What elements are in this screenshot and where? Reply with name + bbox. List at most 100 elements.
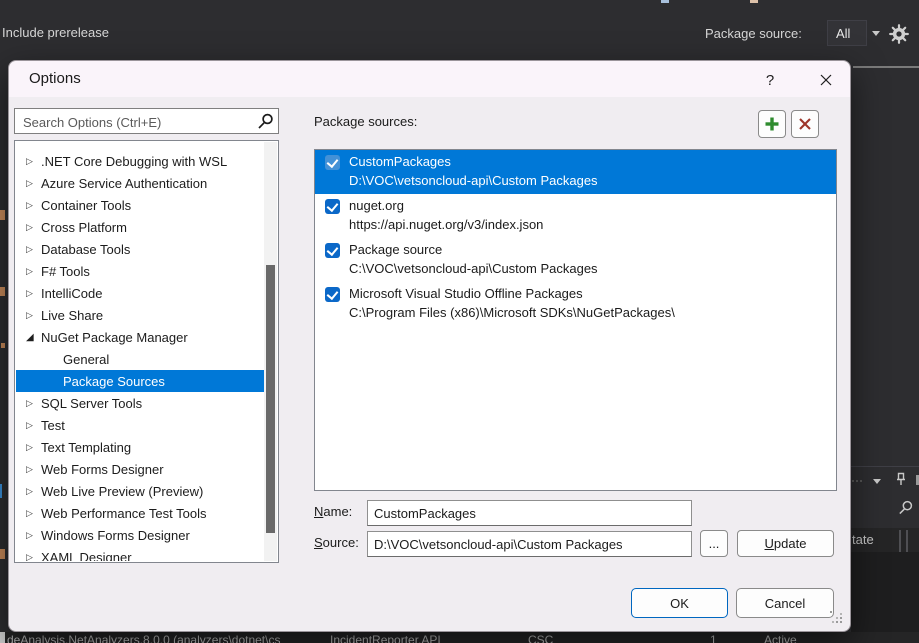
scrollbar-thumb[interactable] bbox=[266, 265, 275, 533]
code-fragment bbox=[0, 287, 5, 296]
package-source-dropdown-value: All bbox=[836, 26, 850, 41]
error-list-header: tate bbox=[851, 528, 919, 552]
package-source-row[interactable]: Package source C:\VOC\vetsoncloud-api\Cu… bbox=[315, 238, 836, 282]
tree-item[interactable]: Windows Forms Designer bbox=[16, 524, 264, 546]
plus-icon bbox=[764, 116, 780, 132]
package-source-path: C:\VOC\vetsoncloud-api\Custom Packages bbox=[349, 261, 598, 276]
tree-scrollbar[interactable] bbox=[264, 142, 277, 561]
tree-item-package-sources[interactable]: Package Sources bbox=[16, 370, 264, 392]
x-icon bbox=[798, 117, 812, 131]
tree-item[interactable]: Database Tools bbox=[16, 238, 264, 260]
tree-item-label: Live Share bbox=[41, 308, 103, 323]
code-fragment bbox=[0, 549, 5, 559]
tree-item[interactable]: Azure Service Authentication bbox=[16, 172, 264, 194]
cancel-button[interactable]: Cancel bbox=[736, 588, 834, 618]
error-project: IncidentReporter.API bbox=[330, 633, 441, 643]
cancel-button-label: Cancel bbox=[765, 596, 805, 611]
code-fragment bbox=[0, 484, 2, 498]
search-input[interactable] bbox=[21, 110, 250, 134]
package-source-row[interactable]: nuget.org https://api.nuget.org/v3/index… bbox=[315, 194, 836, 238]
tree-item[interactable]: .NET Core Debugging with WSL bbox=[16, 150, 264, 172]
tree-item-label: General bbox=[63, 352, 109, 367]
pin-icon[interactable] bbox=[893, 471, 909, 487]
package-source-label: Package source: bbox=[705, 26, 802, 41]
package-source-name: nuget.org bbox=[349, 198, 404, 213]
error-description: deAnalysis.NetAnalyzers.8.0.0 (analyzers… bbox=[7, 633, 280, 643]
tree-item[interactable]: Web Performance Test Tools bbox=[16, 502, 264, 524]
resize-grip[interactable] bbox=[830, 611, 844, 625]
package-source-path: C:\Program Files (x86)\Microsoft SDKs\Nu… bbox=[349, 305, 675, 320]
options-tree: .NET Core Debugging with WSL Azure Servi… bbox=[14, 140, 279, 563]
drag-handle-dots bbox=[852, 480, 854, 482]
package-source-path: D:\VOC\vetsoncloud-api\Custom Packages bbox=[349, 173, 598, 188]
tree-item[interactable]: SQL Server Tools bbox=[16, 392, 264, 414]
include-prerelease-label[interactable]: Include prerelease bbox=[2, 25, 109, 40]
column-divider bbox=[899, 530, 901, 552]
chevron-right-icon bbox=[26, 486, 41, 497]
tree-item[interactable]: Test bbox=[16, 414, 264, 436]
add-source-button[interactable] bbox=[758, 110, 786, 138]
dialog-title: Options bbox=[29, 70, 81, 87]
package-source-name: Microsoft Visual Studio Offline Packages bbox=[349, 286, 583, 301]
package-source-name: Package source bbox=[349, 242, 442, 257]
error-file: CSC bbox=[528, 633, 553, 643]
tree-item[interactable]: Cross Platform bbox=[16, 216, 264, 238]
tree-item[interactable]: Web Forms Designer bbox=[16, 458, 264, 480]
package-source-row[interactable]: Microsoft Visual Studio Offline Packages… bbox=[315, 282, 836, 326]
package-source-row[interactable]: CustomPackages D:\VOC\vetsoncloud-api\Cu… bbox=[315, 150, 836, 194]
help-button[interactable]: ? bbox=[757, 68, 783, 92]
package-sources-list: CustomPackages D:\VOC\vetsoncloud-api\Cu… bbox=[314, 149, 837, 491]
browse-button[interactable]: ... bbox=[700, 530, 728, 557]
source-field[interactable] bbox=[367, 531, 692, 557]
tree-item-label: Windows Forms Designer bbox=[41, 528, 190, 543]
checkbox-checked-icon[interactable] bbox=[325, 287, 340, 302]
package-source-path: https://api.nuget.org/v3/index.json bbox=[349, 217, 543, 232]
chevron-right-icon bbox=[26, 420, 41, 431]
tree-item-label: NuGet Package Manager bbox=[41, 330, 188, 345]
checkbox-checked-icon[interactable] bbox=[325, 243, 340, 258]
tree-item-label: SQL Server Tools bbox=[41, 396, 142, 411]
error-list-row[interactable]: deAnalysis.NetAnalyzers.8.0.0 (analyzers… bbox=[0, 632, 919, 643]
gear-icon[interactable] bbox=[888, 23, 910, 45]
panel-divider bbox=[851, 466, 919, 467]
chevron-down-icon[interactable] bbox=[873, 479, 881, 484]
chevron-down-icon bbox=[872, 31, 880, 36]
chevron-right-icon bbox=[26, 442, 41, 453]
tree-item-label: Test bbox=[41, 418, 65, 433]
tree-item[interactable]: F# Tools bbox=[16, 260, 264, 282]
tree-item[interactable]: Web Live Preview (Preview) bbox=[16, 480, 264, 502]
update-button[interactable]: Update bbox=[737, 530, 834, 557]
package-source-dropdown[interactable]: All bbox=[827, 20, 867, 46]
name-field[interactable] bbox=[367, 500, 692, 526]
chevron-right-icon bbox=[26, 508, 41, 519]
tree-item[interactable]: IntelliCode bbox=[16, 282, 264, 304]
tree-item-label: .NET Core Debugging with WSL bbox=[41, 154, 227, 169]
search-icon[interactable] bbox=[897, 500, 913, 516]
tree-item-nuget-package-manager[interactable]: NuGet Package Manager bbox=[16, 326, 264, 348]
error-suppression-state: Active bbox=[764, 633, 797, 643]
chevron-right-icon bbox=[26, 200, 41, 211]
chevron-right-icon bbox=[26, 398, 41, 409]
tree-item[interactable]: Text Templating bbox=[16, 436, 264, 458]
close-button[interactable] bbox=[813, 68, 839, 92]
update-button-label: Update bbox=[765, 536, 807, 551]
ok-button[interactable]: OK bbox=[631, 588, 728, 618]
search-icon bbox=[256, 113, 273, 130]
tree-item-general[interactable]: General bbox=[16, 348, 264, 370]
tree-item-label: Web Forms Designer bbox=[41, 462, 164, 477]
toolbar-icon-fragment bbox=[661, 0, 669, 3]
checkbox-checked-icon[interactable] bbox=[325, 199, 340, 214]
remove-source-button[interactable] bbox=[791, 110, 819, 138]
tree-item[interactable]: Live Share bbox=[16, 304, 264, 326]
chevron-right-icon bbox=[26, 222, 41, 233]
chevron-right-icon bbox=[26, 552, 41, 562]
tree-item-label: Database Tools bbox=[41, 242, 130, 257]
vs-window: Include prerelease Package source: All bbox=[0, 0, 919, 643]
tree-item[interactable]: Container Tools bbox=[16, 194, 264, 216]
tree-item[interactable]: XAML Designer bbox=[16, 546, 264, 561]
chevron-right-icon bbox=[26, 288, 41, 299]
dialog-titlebar[interactable] bbox=[9, 61, 850, 97]
checkbox-checked-icon[interactable] bbox=[325, 155, 340, 170]
source-label: Source: bbox=[314, 535, 359, 550]
chevron-right-icon bbox=[26, 178, 41, 189]
